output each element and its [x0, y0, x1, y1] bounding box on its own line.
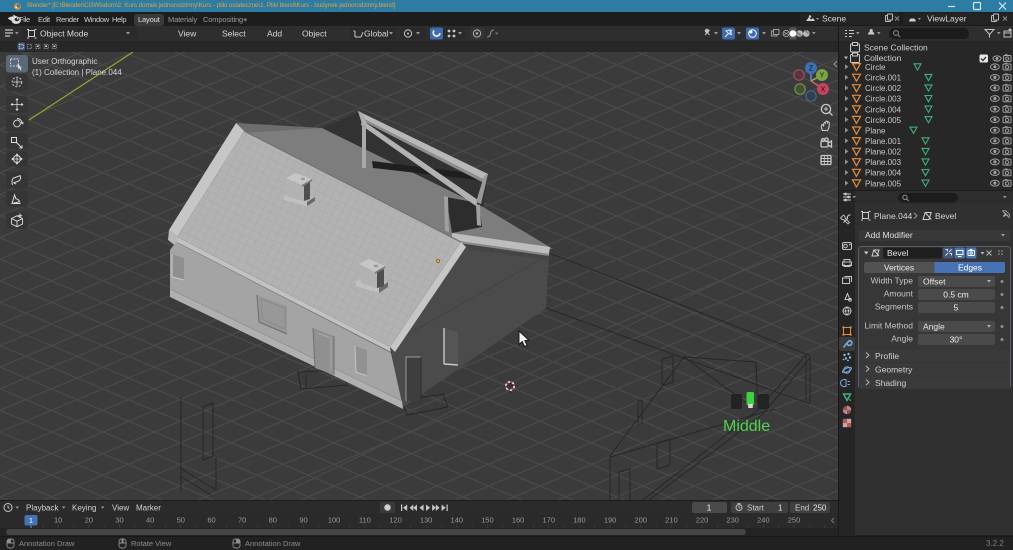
svg-text:Geometry: Geometry: [875, 365, 913, 375]
svg-text:Vertices: Vertices: [884, 263, 914, 273]
svg-text:170: 170: [543, 516, 556, 525]
svg-text:Angle: Angle: [891, 334, 913, 344]
svg-text:250: 250: [813, 504, 827, 513]
svg-text:Add Modifier: Add Modifier: [865, 230, 913, 240]
svg-text:180: 180: [573, 516, 586, 525]
svg-text:Shading: Shading: [875, 378, 906, 388]
svg-text:Keying: Keying: [72, 504, 96, 513]
svg-text:230: 230: [726, 516, 739, 525]
svg-text:Annotation Draw: Annotation Draw: [245, 539, 301, 548]
svg-text:Add: Add: [267, 29, 282, 39]
svg-text:Segments: Segments: [875, 302, 913, 312]
svg-text:Circle.002: Circle.002: [865, 84, 902, 93]
svg-text:View: View: [178, 29, 197, 39]
svg-text:130: 130: [420, 516, 433, 525]
svg-text:Start: Start: [747, 504, 765, 513]
svg-text:20: 20: [85, 516, 93, 525]
svg-text:200: 200: [634, 516, 647, 525]
svg-text:Select: Select: [222, 29, 246, 39]
svg-text:50: 50: [177, 516, 185, 525]
svg-text:110: 110: [359, 516, 371, 525]
svg-text:Plane.044: Plane.044: [874, 211, 913, 221]
svg-text:1: 1: [707, 503, 712, 513]
svg-text:Angle: Angle: [923, 322, 945, 332]
svg-text:30: 30: [115, 516, 123, 525]
svg-text:Global: Global: [364, 29, 389, 39]
svg-text:Circle: Circle: [865, 63, 886, 72]
svg-text:250: 250: [788, 516, 801, 525]
svg-text:Annotation Draw: Annotation Draw: [19, 539, 75, 548]
svg-text:220: 220: [696, 516, 709, 525]
svg-text:Plane: Plane: [865, 126, 886, 135]
svg-text:End: End: [795, 504, 809, 513]
svg-text:Playback: Playback: [26, 504, 59, 513]
svg-text:Circle.005: Circle.005: [865, 116, 902, 125]
svg-text:Scene: Scene: [822, 14, 846, 24]
svg-text:Middle: Middle: [723, 418, 770, 435]
svg-text:210: 210: [665, 516, 678, 525]
svg-text:Bevel: Bevel: [887, 248, 908, 258]
svg-text:190: 190: [604, 516, 617, 525]
svg-text:160: 160: [512, 516, 525, 525]
svg-text:40: 40: [146, 516, 154, 525]
svg-text:Plane.004: Plane.004: [865, 169, 902, 178]
svg-text:100: 100: [328, 516, 341, 525]
svg-text:ViewLayer: ViewLayer: [927, 14, 967, 24]
svg-text:Circle.003: Circle.003: [865, 95, 902, 104]
svg-text:User Orthographic: User Orthographic: [32, 57, 97, 66]
svg-text:Object: Object: [302, 29, 327, 39]
svg-text:3.2.2: 3.2.2: [986, 539, 1004, 548]
svg-text:Amount: Amount: [884, 289, 914, 299]
svg-text:Plane.002: Plane.002: [865, 148, 902, 157]
svg-text:Offset: Offset: [923, 277, 946, 287]
svg-text:30°: 30°: [950, 335, 963, 345]
svg-text:140: 140: [451, 516, 464, 525]
svg-text:150: 150: [481, 516, 494, 525]
svg-text:Circle.001: Circle.001: [865, 74, 902, 83]
svg-text:Z: Z: [809, 66, 814, 73]
svg-text:Bevel: Bevel: [935, 211, 956, 221]
svg-text:60: 60: [207, 516, 215, 525]
svg-text:X: X: [821, 87, 826, 94]
svg-text:Plane.003: Plane.003: [865, 158, 902, 167]
svg-text:Y: Y: [820, 73, 825, 80]
svg-text:80: 80: [269, 516, 277, 525]
svg-text:Limit Method: Limit Method: [864, 321, 913, 331]
svg-text:Edges: Edges: [958, 263, 982, 273]
svg-text:0.5 cm: 0.5 cm: [943, 290, 969, 300]
svg-text:240: 240: [757, 516, 770, 525]
svg-text:120: 120: [389, 516, 402, 525]
svg-text:(1) Collection | Plane.044: (1) Collection | Plane.044: [32, 68, 122, 77]
svg-text:Plane.005: Plane.005: [865, 179, 902, 188]
svg-text:Profile: Profile: [875, 351, 899, 361]
svg-text:Scene Collection: Scene Collection: [864, 43, 928, 53]
svg-text:Plane.001: Plane.001: [865, 137, 902, 146]
svg-text:Rotate View: Rotate View: [131, 539, 172, 548]
svg-text:1: 1: [29, 516, 33, 525]
svg-text:10: 10: [54, 516, 62, 525]
svg-text:Object Mode: Object Mode: [40, 29, 88, 39]
svg-text:Marker: Marker: [136, 504, 161, 513]
svg-text:90: 90: [299, 516, 307, 525]
svg-text:View: View: [112, 504, 129, 513]
svg-text:1: 1: [778, 504, 783, 513]
svg-text:Width Type: Width Type: [871, 276, 914, 286]
svg-text:5: 5: [954, 303, 959, 313]
svg-text:Circle.004: Circle.004: [865, 105, 902, 114]
svg-text:70: 70: [238, 516, 246, 525]
